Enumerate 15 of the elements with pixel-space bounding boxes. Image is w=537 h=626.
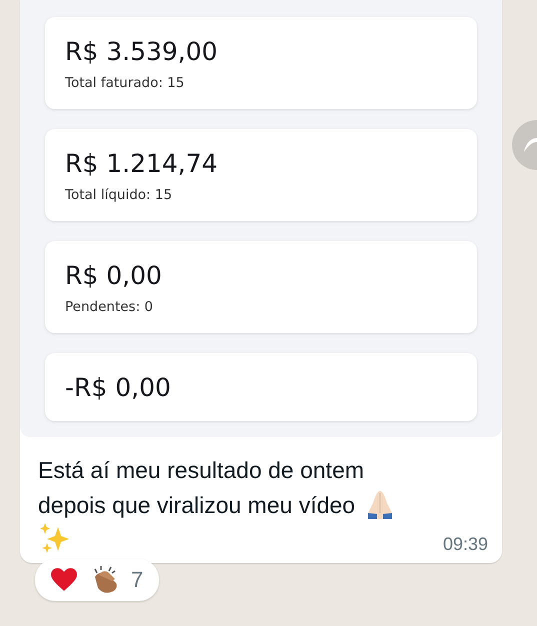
heart-icon <box>51 568 77 592</box>
amount-value: R$ 1.214,74 <box>65 149 219 179</box>
amount-value: R$ 3.539,00 <box>65 37 219 67</box>
reaction-count: 7 <box>131 567 144 593</box>
message-time: 09:39 <box>442 534 488 555</box>
forward-icon[interactable] <box>512 120 537 170</box>
card-label: Pendentes: 0 <box>65 299 154 315</box>
reactions-pill[interactable]: 7 <box>35 559 160 601</box>
message-text: Está aí meu resultado de ontem <box>38 456 364 485</box>
amount-value: R$ 0,00 <box>65 261 163 291</box>
card-label: Total faturado: 15 <box>65 75 186 91</box>
sparkles-icon <box>40 523 70 555</box>
card-label: Total líquido: 15 <box>65 187 174 203</box>
message-text: depois que viralizou meu vídeo <box>38 491 356 520</box>
amount-value: -R$ 0,00 <box>65 373 172 403</box>
